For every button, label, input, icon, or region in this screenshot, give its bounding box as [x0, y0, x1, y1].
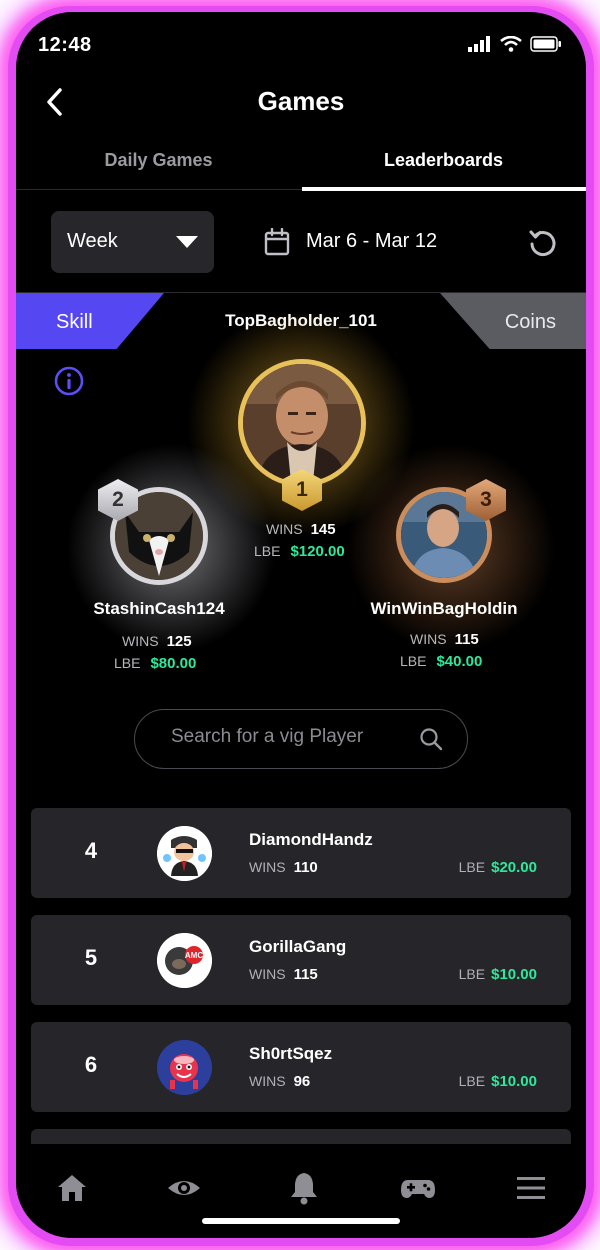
row-avatar [157, 1040, 212, 1095]
row-rank: 6 [84, 1052, 98, 1077]
row-avatar: AMC [157, 933, 212, 988]
search-input[interactable] [171, 726, 421, 748]
row-lbe: LBE $20.00 [459, 859, 537, 876]
bell-icon[interactable] [286, 1170, 322, 1206]
wins-value: 115 [454, 631, 479, 648]
leaderboard-row[interactable]: 6 Sh0rtSqez WINS 96 LBE $10.00 [31, 1022, 571, 1112]
amc-badge-text: AMC [185, 951, 203, 960]
page-title: Games [257, 86, 345, 116]
lbe-value: $120.00 [290, 543, 345, 560]
menu-icon[interactable] [513, 1170, 549, 1206]
row-wins: WINS 110 [249, 859, 318, 876]
gamepad-icon[interactable] [400, 1170, 436, 1206]
leaderboard-row[interactable]: 5 AMC GorillaGang WINS 115 LBE $10.00 [31, 915, 571, 1005]
status-icons [468, 36, 562, 52]
lbe-value: $40.00 [436, 653, 483, 670]
tab-bar: Daily Games Leaderboards [16, 146, 586, 191]
wins-label: WINS [249, 966, 286, 982]
row-player-name: Sh0rtSqez [249, 1044, 333, 1063]
first-place-avatar[interactable] [238, 359, 366, 487]
row-rank: 4 [84, 838, 98, 863]
phone-screen: 12:48 Games Daily Games Leaderboards Wee… [16, 12, 586, 1238]
third-place-rank: 3 [480, 488, 492, 511]
second-place-lbe: LBE $80.00 [114, 655, 196, 672]
active-tab-indicator [302, 187, 586, 191]
search-icon[interactable] [419, 727, 443, 751]
row-rank: 5 [84, 945, 98, 970]
third-place-name: WinWinBagHoldin [370, 599, 518, 618]
second-place-wins: WINS 125 [122, 633, 192, 650]
status-bar: 12:48 [16, 12, 586, 74]
lbe-label: LBE [400, 653, 427, 669]
third-place-lbe: LBE $40.00 [400, 653, 482, 670]
lbe-label: LBE [458, 966, 486, 982]
row-player-name: GorillaGang [249, 937, 347, 956]
wins-label: WINS [249, 1073, 286, 1089]
caret-down-icon [176, 236, 198, 248]
lbe-value: $80.00 [150, 655, 197, 672]
first-place-rank: 1 [296, 478, 308, 501]
wins-label: WINS [410, 631, 447, 647]
wins-label: WINS [249, 859, 286, 875]
info-icon[interactable] [53, 365, 85, 397]
podium-section: Skill Coins TopBagholder_101 [16, 292, 586, 712]
lbe-label: LBE [458, 1073, 486, 1089]
row-lbe: LBE $10.00 [459, 1073, 537, 1090]
calendar-icon[interactable] [264, 228, 290, 256]
period-dropdown-value: Week [67, 230, 118, 252]
eye-icon[interactable] [166, 1170, 202, 1206]
tab-daily-games[interactable]: Daily Games [16, 150, 301, 171]
wins-value: 115 [293, 966, 318, 983]
wins-value: 96 [293, 1073, 311, 1090]
first-place-wins: WINS 145 [266, 521, 336, 538]
wins-value: 125 [166, 633, 192, 650]
lbe-value: $20.00 [491, 859, 537, 876]
status-time: 12:48 [38, 34, 92, 56]
second-place-name: StashinCash124 [93, 599, 225, 618]
home-indicator[interactable] [202, 1218, 400, 1224]
lbe-label: LBE [114, 655, 141, 671]
tab-leaderboards[interactable]: Leaderboards [301, 150, 586, 171]
row-wins: WINS 115 [249, 966, 318, 983]
home-icon[interactable] [54, 1170, 90, 1206]
wins-value: 145 [310, 521, 336, 538]
wifi-icon [500, 36, 522, 52]
lbe-value: $10.00 [491, 966, 537, 983]
battery-icon [530, 36, 561, 52]
leaderboard-row[interactable]: 4 DiamondHandz WINS 110 LBE $20.00 [31, 808, 571, 898]
row-avatar [157, 826, 212, 881]
lbe-value: $10.00 [491, 1073, 537, 1090]
row-wins: WINS 96 [249, 1073, 310, 1090]
lbe-label: LBE [458, 859, 486, 875]
row-player-name: DiamondHandz [249, 830, 373, 849]
player-search[interactable] [134, 709, 468, 769]
period-dropdown[interactable]: Week [51, 211, 214, 273]
refresh-icon[interactable] [528, 228, 558, 258]
date-range[interactable]: Mar 6 - Mar 12 [306, 230, 437, 253]
wins-value: 110 [293, 859, 318, 876]
signal-icon [468, 36, 490, 52]
wins-label: WINS [122, 633, 159, 649]
third-place-wins: WINS 115 [410, 631, 479, 648]
second-place-rank: 2 [112, 488, 124, 511]
row-lbe: LBE $10.00 [459, 966, 537, 983]
